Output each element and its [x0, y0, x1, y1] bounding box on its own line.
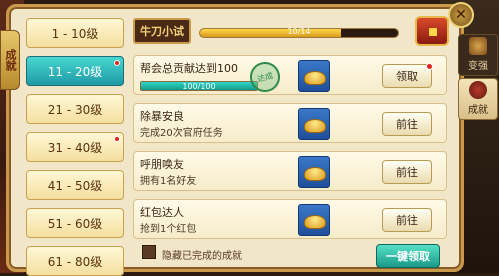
task-subtitle: 完成20次官府任务	[140, 128, 223, 139]
goto-button[interactable]: 前往	[382, 112, 432, 136]
level-list: 1 - 10级 11 - 20级 21 - 30级 31 - 40级 41 - …	[26, 18, 126, 276]
claim-button[interactable]: 领取	[382, 63, 433, 88]
strengthen-icon	[469, 37, 487, 55]
level-tab[interactable]: 61 - 80级	[26, 246, 124, 276]
level-tab-label: 21 - 30级	[47, 102, 103, 117]
task-row: 红包达人 抢到1个红包 前往	[133, 199, 447, 239]
hide-completed-checkbox[interactable]	[142, 245, 156, 259]
gold-ingot-icon	[304, 119, 326, 133]
reward-slot[interactable]	[298, 60, 330, 92]
stage-progress-text: 10/14	[287, 27, 311, 36]
task-row: 呼朋唤友 拥有1名好友 前往	[133, 151, 447, 191]
task-title: 呼朋唤友	[140, 158, 184, 171]
close-icon[interactable]: ✕	[448, 2, 474, 28]
level-tab-label: 11 - 20级	[47, 64, 103, 79]
nav-item-achievement[interactable]: 成就	[458, 78, 498, 120]
level-tab-label: 1 - 10级	[51, 26, 99, 41]
task-title: 帮会总贡献达到100	[140, 62, 238, 75]
reward-slot[interactable]	[298, 108, 330, 140]
nav-item-strengthen[interactable]: 变强	[458, 34, 498, 76]
level-tab[interactable]: 31 - 40级	[26, 132, 124, 162]
goto-button-label: 前往	[396, 166, 418, 179]
level-tab[interactable]: 11 - 20级	[26, 56, 124, 86]
task-title: 除暴安良	[140, 110, 184, 123]
task-subtitle: 拥有1名好友	[140, 176, 197, 187]
task-title: 红包达人	[140, 206, 184, 219]
task-row: 帮会总贡献达到100 100/100 达成 领取	[133, 55, 447, 96]
level-tab[interactable]: 21 - 30级	[26, 94, 124, 124]
level-tab-label: 61 - 80级	[47, 254, 103, 269]
level-tab-label: 31 - 40级	[47, 140, 103, 155]
right-nav: 变强 成就	[458, 34, 499, 124]
task-progress-text: 100/100	[182, 82, 216, 91]
reward-slot[interactable]	[298, 204, 330, 236]
goto-button[interactable]: 前往	[382, 208, 432, 232]
level-tab[interactable]: 51 - 60级	[26, 208, 124, 238]
level-tab-label: 51 - 60级	[47, 216, 103, 231]
level-tab-label: 41 - 50级	[47, 178, 103, 193]
section-title: 牛刀小试	[133, 18, 191, 44]
goto-button-label: 前往	[396, 214, 418, 227]
notification-dot-icon	[426, 63, 433, 70]
nav-item-label: 成就	[468, 105, 488, 116]
claim-all-button[interactable]: 一键领取	[376, 244, 440, 268]
nav-item-label: 变强	[468, 61, 488, 72]
gold-ingot-icon	[304, 71, 326, 85]
task-row: 除暴安良 完成20次官府任务 前往	[133, 103, 447, 143]
notification-dot-icon	[114, 136, 120, 142]
gold-ingot-icon	[304, 215, 326, 229]
goto-button[interactable]: 前往	[382, 160, 432, 184]
task-subtitle: 抢到1个红包	[140, 224, 197, 235]
gold-ingot-icon	[304, 167, 326, 181]
hide-completed-label: 隐藏已完成的成就	[162, 251, 242, 262]
level-tab[interactable]: 41 - 50级	[26, 170, 124, 200]
achievement-icon	[469, 81, 487, 99]
treasure-chest-icon[interactable]	[415, 16, 449, 46]
goto-button-label: 前往	[396, 118, 418, 131]
header: 牛刀小试 10/14	[133, 16, 449, 48]
reward-slot[interactable]	[298, 156, 330, 188]
side-tab-achievement[interactable]: 成就	[0, 30, 20, 90]
level-tab[interactable]: 1 - 10级	[26, 18, 124, 48]
notification-dot-icon	[114, 60, 120, 66]
claim-button-label: 领取	[396, 70, 418, 83]
